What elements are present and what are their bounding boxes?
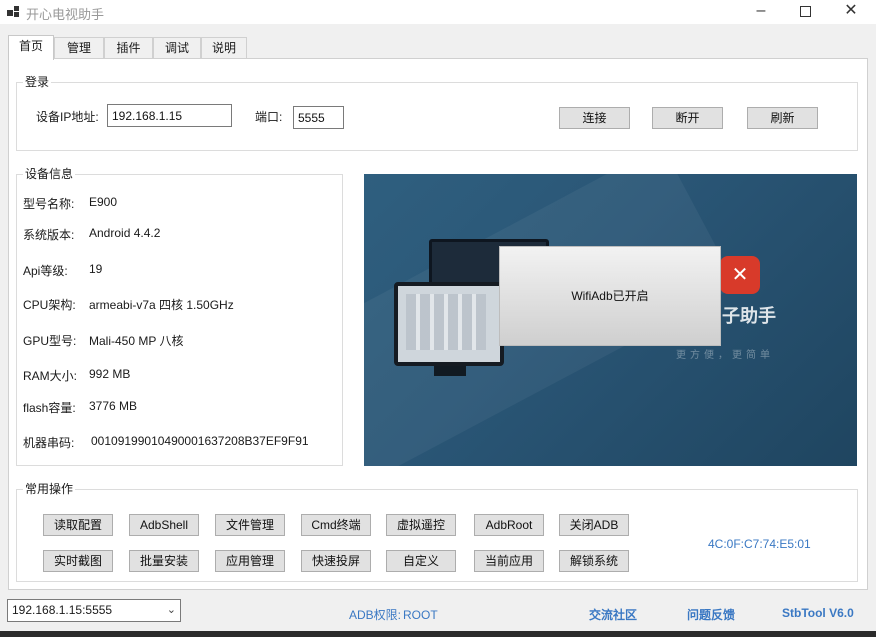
tab-plugins[interactable]: 插件 xyxy=(104,37,153,59)
device-info-group: 设备信息 型号名称: E900 系统版本: Android 4.4.2 Api等级:… xyxy=(16,167,343,466)
info-row-model: 型号名称: E900 xyxy=(23,195,117,212)
version-label: StbTool V6.0 xyxy=(782,606,854,620)
app-icon xyxy=(7,5,21,19)
tab-manage[interactable]: 管理 xyxy=(54,37,104,59)
banner-brand: 子助手 xyxy=(722,306,776,326)
info-value: 00109199010490001637208B37EF9F91 xyxy=(91,434,309,448)
adbshell-button[interactable]: AdbShell xyxy=(129,514,199,536)
login-group-title: 登录 xyxy=(23,75,52,89)
screenshot-button[interactable]: 实时截图 xyxy=(43,550,113,572)
info-value: 992 MB xyxy=(89,367,131,381)
info-row-ram: RAM大小: 992 MB xyxy=(23,367,130,384)
ip-label: 设备IP地址: xyxy=(36,110,99,124)
feedback-link[interactable]: 问题反馈 xyxy=(687,606,735,623)
screen-cast-button[interactable]: 快速投屏 xyxy=(301,550,371,572)
info-key: GPU型号: xyxy=(23,334,77,348)
info-key: Api等级: xyxy=(23,264,68,278)
custom-button[interactable]: 自定义 xyxy=(386,550,456,572)
adb-permission: ADB权限: ROOT xyxy=(349,606,438,623)
connect-button[interactable]: 连接 xyxy=(559,107,630,129)
operations-title: 常用操作 xyxy=(23,482,76,496)
window-title: 开心电视助手 xyxy=(26,7,105,22)
monitor-illustration xyxy=(394,282,504,366)
cmd-terminal-button[interactable]: Cmd终端 xyxy=(301,514,371,536)
file-manager-button[interactable]: 文件管理 xyxy=(215,514,285,536)
refresh-button[interactable]: 刷新 xyxy=(747,107,818,129)
info-value: E900 xyxy=(89,195,118,209)
toolbox-icon: ✕ xyxy=(720,256,760,294)
device-info-title: 设备信息 xyxy=(23,167,76,181)
info-key: RAM大小: xyxy=(23,369,78,383)
adbroot-button[interactable]: AdbRoot xyxy=(474,514,544,536)
virtual-remote-button[interactable]: 虚拟遥控 xyxy=(386,514,456,536)
info-row-gpu: GPU型号: Mali-450 MP 八核 xyxy=(23,332,183,349)
tab-help[interactable]: 说明 xyxy=(201,37,247,59)
community-link[interactable]: 交流社区 xyxy=(589,606,637,623)
info-key: 系统版本: xyxy=(23,228,75,242)
info-value: 3776 MB xyxy=(89,399,138,413)
unlock-system-button[interactable]: 解锁系统 xyxy=(559,550,629,572)
close-button[interactable]: ✕ xyxy=(828,0,874,24)
maximize-icon xyxy=(799,6,811,17)
adb-permission-label: ADB权限: xyxy=(349,608,402,622)
close-adb-button[interactable]: 关闭ADB xyxy=(559,514,629,536)
port-label: 端口: xyxy=(255,110,283,124)
info-value: 19 xyxy=(89,262,103,276)
info-key: 机器串码: xyxy=(23,436,75,450)
home-tab-page: 登录 设备IP地址: 端口: 连接 断开 刷新 设备信息 型号名称: E900 系… xyxy=(8,58,868,590)
disconnect-button[interactable]: 断开 xyxy=(652,107,723,129)
tab-debug[interactable]: 调试 xyxy=(153,37,201,59)
device-select[interactable]: 192.168.1.15:5555 ⌄ xyxy=(7,599,181,622)
info-row-os: 系统版本: Android 4.4.2 xyxy=(23,226,160,243)
login-group: 登录 设备IP地址: 端口: 连接 断开 刷新 xyxy=(16,75,858,151)
info-key: CPU架构: xyxy=(23,298,76,312)
title-bar: 开心电视助手 – ✕ xyxy=(0,0,876,24)
current-app-button[interactable]: 当前应用 xyxy=(474,550,544,572)
info-key: 型号名称: xyxy=(23,197,75,211)
tools-glyph: ✕ xyxy=(731,264,749,286)
info-row-api: Api等级: 19 xyxy=(23,262,102,279)
info-value: armeabi-v7a 四核 1.50GHz xyxy=(89,298,234,312)
port-input[interactable] xyxy=(293,106,344,129)
minimize-icon: – xyxy=(756,2,766,19)
bottom-edge xyxy=(0,631,876,637)
info-row-cpu: CPU架构: armeabi-v7a 四核 1.50GHz xyxy=(23,296,234,313)
device-select-value: 192.168.1.15:5555 xyxy=(12,603,113,617)
info-row-serial: 机器串码: 00109199010490001637208B37EF9F91 xyxy=(23,434,309,451)
info-value: Android 4.4.2 xyxy=(89,226,161,240)
maximize-button[interactable] xyxy=(782,0,828,24)
batch-install-button[interactable]: 批量安装 xyxy=(129,550,199,572)
banner-image: ✕ 子助手 更方便，更简单 WifiAdb已开启 xyxy=(364,174,857,466)
info-key: flash容量: xyxy=(23,401,76,415)
close-icon: ✕ xyxy=(844,2,858,19)
info-row-flash: flash容量: 3776 MB xyxy=(23,399,137,416)
mac-address: 4C:0F:C7:74:E5:01 xyxy=(708,537,811,551)
wifiadb-toast: WifiAdb已开启 xyxy=(499,246,721,346)
info-value: Mali-450 MP 八核 xyxy=(89,334,184,348)
tab-home[interactable]: 首页 xyxy=(8,35,54,60)
app-manager-button[interactable]: 应用管理 xyxy=(215,550,285,572)
banner-slogan: 更方便，更简单 xyxy=(676,350,774,361)
read-config-button[interactable]: 读取配置 xyxy=(43,514,113,536)
adb-permission-value: ROOT xyxy=(403,608,438,622)
ip-input[interactable] xyxy=(107,104,232,127)
chevron-down-icon: ⌄ xyxy=(166,604,176,616)
minimize-button[interactable]: – xyxy=(738,0,784,24)
operations-group: 常用操作 读取配置 AdbShell 文件管理 Cmd终端 虚拟遥控 AdbRo… xyxy=(16,482,858,582)
